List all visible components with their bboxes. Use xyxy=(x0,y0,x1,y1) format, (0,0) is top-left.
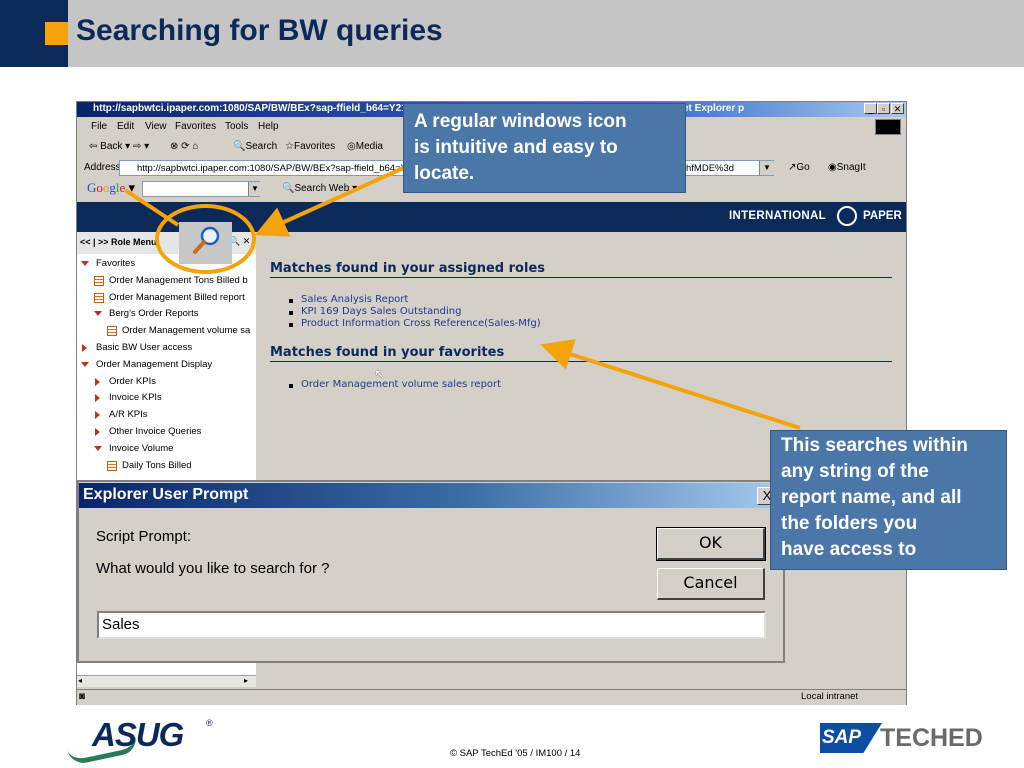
icon-callout: A regular windows icon is intuitive and … xyxy=(403,103,686,193)
arrow-ring-to-toolbar xyxy=(123,188,180,227)
search-scope-callout: This searches within any string of the r… xyxy=(770,430,1007,570)
footer-copyright: © SAP TechEd '05 / IM100 / 14 xyxy=(450,748,581,759)
asug-logo: ASUG xyxy=(92,716,184,753)
arrow-callout-to-results xyxy=(540,339,801,430)
registered-mark: ® xyxy=(206,718,213,728)
arrow-callout-to-icon-a xyxy=(254,163,411,237)
sap-logo: SAP xyxy=(822,727,862,748)
teched-logo: TECHED xyxy=(880,724,983,752)
